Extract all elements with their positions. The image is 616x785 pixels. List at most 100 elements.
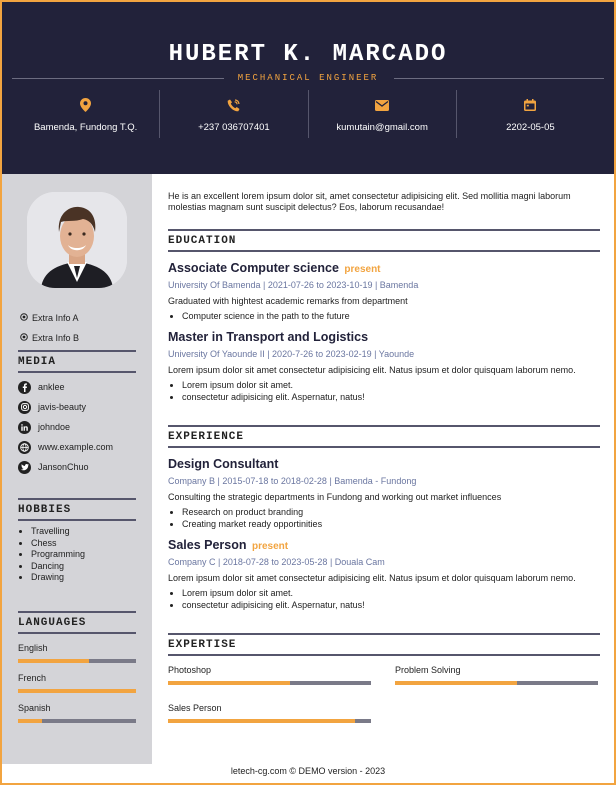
entry-description: Lorem ipsum dolor sit amet consectetur a… xyxy=(168,573,576,583)
language-level-fill xyxy=(18,689,136,693)
twitter-icon xyxy=(18,460,31,474)
person-name: HUBERT K. MARCADO xyxy=(168,41,448,68)
skill-level-bar xyxy=(395,681,598,685)
skill-item: Photoshop xyxy=(168,665,371,685)
entry-description: Consulting the strategic departments in … xyxy=(168,492,502,502)
hobby-item: Dancing xyxy=(31,561,136,573)
contact-email-value: kumutain@gmail.com xyxy=(336,122,428,133)
entry-title: Associate Computer science present xyxy=(168,261,600,275)
media-title: MEDIA xyxy=(18,350,136,373)
contact-location: Bamenda, Fundong T.Q. xyxy=(12,90,159,138)
skill-level-bar xyxy=(168,681,371,685)
skill-name: Photoshop xyxy=(168,665,212,675)
facebook-icon xyxy=(18,380,31,394)
globe-icon xyxy=(18,440,31,454)
contact-date: 2202-05-05 xyxy=(455,90,604,138)
linkedin-icon xyxy=(18,420,31,434)
entry-bullet: Lorem ipsum dolor sit amet. xyxy=(182,587,600,599)
job-title-row: MECHANICAL ENGINEER xyxy=(12,72,604,86)
hobby-item: Programming xyxy=(31,549,136,561)
extra-info-list: Extra Info A Extra Info B xyxy=(20,308,138,348)
skill-level-fill xyxy=(168,681,290,685)
profile-photo xyxy=(27,192,127,288)
skill-level-fill xyxy=(395,681,517,685)
hobby-item: Drawing xyxy=(31,572,136,584)
entry-bullets: Lorem ipsum dolor sit amet. consectetur … xyxy=(168,379,600,403)
contact-email: kumutain@gmail.com xyxy=(307,90,456,138)
entry-title-text: Design Consultant xyxy=(168,457,279,471)
media-label: javis-beauty xyxy=(38,402,87,412)
media-label: johndoe xyxy=(38,422,71,432)
hobbies-list: Travelling Chess Programming Dancing Dra… xyxy=(18,526,136,584)
media-item-website[interactable]: www.example.com xyxy=(18,437,136,457)
skill-level-fill xyxy=(168,719,355,723)
instagram-icon xyxy=(18,400,31,414)
contact-phone-value: +237 036707401 xyxy=(198,122,270,133)
skills-grid: Photoshop Problem Solving Sales Person xyxy=(168,665,600,723)
calendar-icon xyxy=(457,96,604,114)
entry-bullet: Computer science in the path to the futu… xyxy=(182,310,600,322)
language-item: French xyxy=(18,673,136,693)
language-level-bar xyxy=(18,659,136,663)
present-badge: present xyxy=(252,541,289,552)
radio-bullet-icon xyxy=(20,313,32,323)
sidebar: Extra Info A Extra Info B MEDIA anklee j… xyxy=(2,174,152,764)
skill-name: Problem Solving xyxy=(395,665,461,675)
entry-bullet: consectetur adipisicing elit. Aspernatur… xyxy=(182,599,600,611)
media-label: www.example.com xyxy=(38,442,114,452)
education-entry: Master in Transport and Logistics Univer… xyxy=(168,330,600,403)
media-label: JansonChuo xyxy=(38,462,89,472)
languages-title: LANGUAGES xyxy=(18,611,136,634)
contact-phone: +237 036707401 xyxy=(159,90,307,138)
skill-name: Sales Person xyxy=(168,703,222,713)
language-level-fill xyxy=(18,719,42,723)
skill-item: Problem Solving xyxy=(395,665,598,685)
language-level-fill xyxy=(18,659,89,663)
hobbies-title: HOBBIES xyxy=(18,498,136,521)
experience-title: EXPERIENCE xyxy=(168,425,600,448)
entry-bullets: Computer science in the path to the futu… xyxy=(168,310,600,322)
education-entry: Associate Computer science present Unive… xyxy=(168,261,600,322)
entry-bullets: Research on product branding Creating ma… xyxy=(168,506,600,530)
present-badge: present xyxy=(344,264,381,275)
entry-bullet: Lorem ipsum dolor sit amet. xyxy=(182,379,600,391)
language-level-bar xyxy=(18,719,136,723)
entry-title-text: Sales Person xyxy=(168,538,247,552)
expertise-section: EXPERTISE Photoshop Problem Solving Sale… xyxy=(168,633,600,723)
hobby-item: Travelling xyxy=(31,526,136,538)
language-item: English xyxy=(18,643,136,663)
header: HUBERT K. MARCADO MECHANICAL ENGINEER Ba… xyxy=(2,2,614,174)
entry-bullets: Lorem ipsum dolor sit amet. consectetur … xyxy=(168,587,600,611)
skill-item: Sales Person xyxy=(168,703,371,723)
media-label: anklee xyxy=(38,382,65,392)
media-item-twitter[interactable]: JansonChuo xyxy=(18,457,136,477)
languages-section: LANGUAGES English French Spanish xyxy=(18,611,136,723)
entry-title: Sales Person present xyxy=(168,538,600,552)
profile-summary: He is an excellent lorem ipsum dolor sit… xyxy=(168,191,571,212)
entry-bullet: Creating market ready opportinities xyxy=(182,518,600,530)
contact-date-value: 2202-05-05 xyxy=(506,122,555,133)
media-list: anklee javis-beauty johndoe www.example.… xyxy=(18,377,136,477)
skill-level-bar xyxy=(168,719,371,723)
media-item-linkedin[interactable]: johndoe xyxy=(18,417,136,437)
extra-info-label: Extra Info A xyxy=(32,313,79,323)
expertise-title: EXPERTISE xyxy=(168,633,600,656)
media-section: MEDIA anklee javis-beauty johndoe www.ex… xyxy=(18,350,136,477)
entry-description: Lorem ipsum dolor sit amet consectetur a… xyxy=(168,365,576,375)
education-title: EDUCATION xyxy=(168,229,600,252)
entry-title: Master in Transport and Logistics xyxy=(168,330,600,344)
education-section: EDUCATION Associate Computer science pre… xyxy=(168,229,600,403)
entry-subtitle: University Of Yaounde II | 2020-7-26 to … xyxy=(168,349,415,359)
radio-bullet-icon xyxy=(20,333,32,343)
hobby-item: Chess xyxy=(31,538,136,550)
footer: letech-cg.com © DEMO version - 2023 xyxy=(230,766,386,776)
entry-bullet: consectetur adipisicing elit. Aspernatur… xyxy=(182,391,600,403)
extra-info-label: Extra Info B xyxy=(32,333,80,343)
experience-entry: Design Consultant Company B | 2015-07-18… xyxy=(168,457,600,530)
media-item-facebook[interactable]: anklee xyxy=(18,377,136,397)
media-item-instagram[interactable]: javis-beauty xyxy=(18,397,136,417)
language-name: English xyxy=(18,643,48,653)
hobbies-section: HOBBIES Travelling Chess Programming Dan… xyxy=(18,498,136,584)
language-level-bar xyxy=(18,689,136,693)
envelope-icon xyxy=(309,96,456,114)
